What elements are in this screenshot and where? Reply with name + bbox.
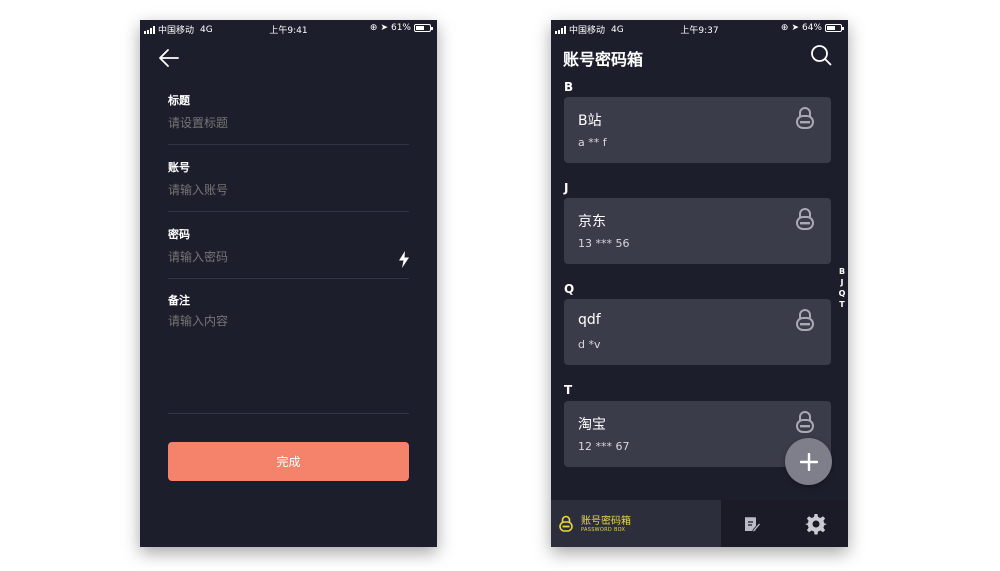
lock-icon <box>796 107 814 129</box>
plus-icon <box>799 452 818 471</box>
lock-icon <box>796 309 814 331</box>
divider <box>168 413 409 414</box>
generate-password-icon[interactable] <box>398 251 410 268</box>
lock-icon <box>796 208 814 230</box>
password-label: 密码 <box>168 228 190 241</box>
location-icon: ➤ <box>791 23 799 33</box>
status-bar: 中国移动 4G 上午9:41 ⊕ ➤ 61% <box>140 20 437 38</box>
account-label: 账号 <box>168 161 190 174</box>
battery-fill <box>416 26 424 30</box>
account-card[interactable]: qdf d *v <box>564 299 831 365</box>
card-account: a ** f <box>578 136 607 149</box>
title-input[interactable] <box>168 116 409 130</box>
account-card[interactable]: 京东 13 *** 56 <box>564 198 831 264</box>
card-title: 京东 <box>578 214 606 230</box>
account-list-screen: 中国移动 4G 上午9:37 ⊕ ➤ 64% 账号密码箱 B B站 a ** f… <box>551 20 848 547</box>
card-account: 12 *** 67 <box>578 440 630 453</box>
battery-icon <box>825 24 844 32</box>
add-account-button[interactable] <box>785 438 832 485</box>
section-letter: Q <box>564 282 575 296</box>
orientation-lock-icon: ⊕ <box>369 23 378 33</box>
card-title: 淘宝 <box>578 417 606 433</box>
edit-icon[interactable] <box>743 515 761 533</box>
tab-password-box[interactable]: 账号密码箱 PASSWORD BOX <box>551 500 721 547</box>
location-icon: ➤ <box>380 23 388 33</box>
bottom-tab-bar: 账号密码箱 PASSWORD BOX <box>551 500 848 547</box>
lock-icon <box>796 411 814 433</box>
section-letter: J <box>564 181 569 195</box>
note-textarea[interactable] <box>168 312 409 408</box>
index-letter[interactable]: T <box>839 299 844 310</box>
index-letter[interactable]: Q <box>839 288 846 299</box>
status-bar: 中国移动 4G 上午9:37 ⊕ ➤ 64% <box>551 20 848 38</box>
account-card[interactable]: B站 a ** f <box>564 97 831 163</box>
section-letter: B <box>564 80 574 94</box>
back-arrow-icon[interactable] <box>158 48 180 68</box>
battery-icon <box>414 24 433 32</box>
orientation-lock-icon: ⊕ <box>780 23 789 33</box>
add-account-screen: 中国移动 4G 上午9:41 ⊕ ➤ 61% 标题 账号 密码 备注 完成 <box>140 20 437 547</box>
page-title: 账号密码箱 <box>563 50 644 69</box>
card-account: 13 *** 56 <box>578 237 630 250</box>
search-icon[interactable] <box>810 44 832 66</box>
note-label: 备注 <box>168 294 190 307</box>
battery-percent: 61% <box>390 23 411 33</box>
divider <box>168 211 409 212</box>
index-letter[interactable]: J <box>841 277 844 288</box>
divider <box>168 278 409 279</box>
password-input[interactable] <box>168 250 388 264</box>
tab-brand-subtitle: PASSWORD BOX <box>581 527 626 533</box>
battery-fill <box>827 26 836 30</box>
section-letter: T <box>564 383 573 397</box>
lock-icon <box>559 515 573 532</box>
title-label: 标题 <box>168 94 190 107</box>
battery-percent: 64% <box>801 23 822 33</box>
account-input[interactable] <box>168 183 409 197</box>
gear-icon[interactable] <box>805 513 827 535</box>
card-title: B站 <box>578 113 602 129</box>
alphabet-index: B J Q T <box>838 266 846 310</box>
card-account: d *v <box>578 338 601 351</box>
done-button[interactable]: 完成 <box>168 442 409 481</box>
card-title: qdf <box>578 312 601 328</box>
index-letter[interactable]: B <box>839 266 845 277</box>
tab-brand-name: 账号密码箱 <box>581 516 631 527</box>
divider <box>168 144 409 145</box>
